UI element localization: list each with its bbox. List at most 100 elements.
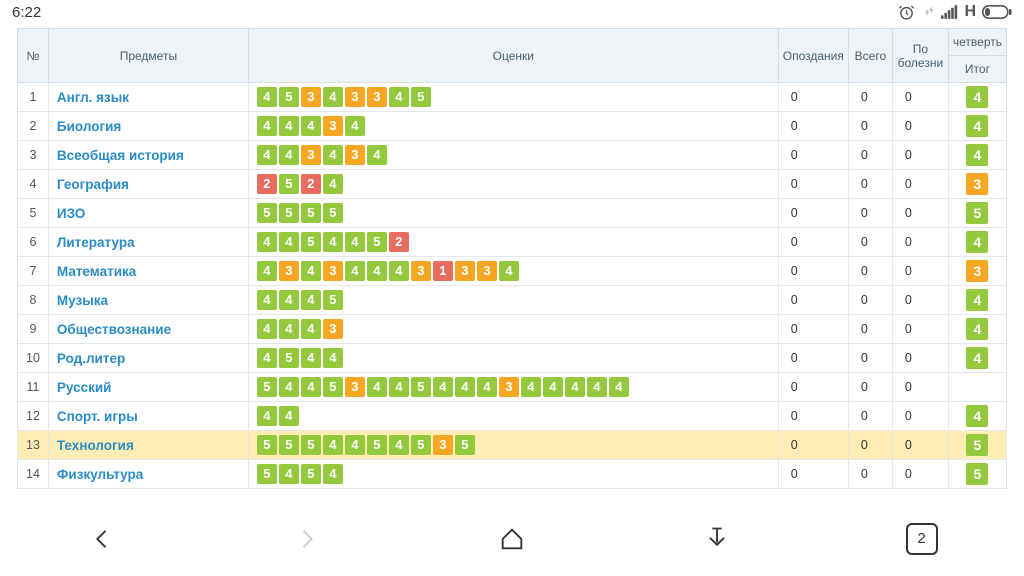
grade-badge[interactable]: 4 [389,87,409,107]
grade-badge[interactable]: 4 [367,145,387,165]
grade-badge[interactable]: 4 [367,377,387,397]
row-subject[interactable]: Русский [48,373,248,402]
grade-badge[interactable]: 3 [345,145,365,165]
table-row[interactable]: 5ИЗО55550005 [18,199,1007,228]
grade-badge[interactable]: 3 [345,87,365,107]
grade-badge[interactable]: 4 [345,232,365,252]
grade-badge[interactable]: 3 [301,87,321,107]
grade-badge[interactable]: 4 [257,87,277,107]
grade-badge[interactable]: 4 [543,377,563,397]
grade-badge[interactable]: 3 [323,319,343,339]
grade-badge[interactable]: 4 [323,232,343,252]
grade-badge[interactable]: 4 [345,435,365,455]
grade-badge[interactable]: 5 [279,203,299,223]
nav-back-button[interactable] [78,515,126,563]
grade-badge[interactable]: 5 [279,87,299,107]
grade-badge[interactable]: 5 [279,348,299,368]
grade-badge[interactable]: 4 [257,145,277,165]
grade-badge[interactable]: 4 [323,87,343,107]
grade-badge[interactable]: 4 [279,406,299,426]
grade-badge[interactable]: 4 [279,232,299,252]
grade-badge[interactable]: 4 [301,290,321,310]
grade-badge[interactable]: 3 [455,261,475,281]
row-subject[interactable]: ИЗО [48,199,248,228]
row-subject[interactable]: География [48,170,248,199]
grade-badge[interactable]: 5 [257,377,277,397]
grade-badge[interactable]: 4 [301,377,321,397]
grade-badge[interactable]: 4 [257,261,277,281]
grade-badge[interactable]: 4 [279,377,299,397]
row-subject[interactable]: Род.литер [48,344,248,373]
grade-badge[interactable]: 3 [279,261,299,281]
grade-badge[interactable]: 5 [257,464,277,484]
grade-badge[interactable]: 4 [257,406,277,426]
grade-badge[interactable]: 4 [323,174,343,194]
grade-badge[interactable]: 2 [389,232,409,252]
grade-badge[interactable]: 3 [477,261,497,281]
grade-badge[interactable]: 4 [257,232,277,252]
grades-content[interactable]: № Предметы Оценки Опоздания Всего По бол… [0,24,1024,501]
grade-badge[interactable]: 5 [411,435,431,455]
table-row[interactable]: 3Всеобщая история4434340004 [18,141,1007,170]
row-subject[interactable]: Физкультура [48,460,248,489]
grade-badge[interactable]: 4 [279,319,299,339]
nav-home-button[interactable] [488,515,536,563]
row-subject[interactable]: Всеобщая история [48,141,248,170]
grade-badge[interactable]: 4 [499,261,519,281]
grade-badge[interactable]: 4 [323,145,343,165]
grade-badge[interactable]: 4 [301,116,321,136]
row-subject[interactable]: Математика [48,257,248,286]
grade-badge[interactable]: 4 [257,116,277,136]
grade-badge[interactable]: 4 [257,348,277,368]
grade-badge[interactable]: 4 [257,290,277,310]
grade-badge[interactable]: 5 [301,464,321,484]
grade-badge[interactable]: 5 [279,174,299,194]
grade-badge[interactable]: 4 [279,145,299,165]
grade-badge[interactable]: 4 [521,377,541,397]
row-subject[interactable]: Биология [48,112,248,141]
grade-badge[interactable]: 4 [433,377,453,397]
row-subject[interactable]: Музыка [48,286,248,315]
grade-badge[interactable]: 4 [279,464,299,484]
grade-badge[interactable]: 4 [389,261,409,281]
grade-badge[interactable]: 5 [301,203,321,223]
table-row[interactable]: 6Литература44544520004 [18,228,1007,257]
grade-badge[interactable]: 5 [257,203,277,223]
grade-badge[interactable]: 3 [323,116,343,136]
grade-badge[interactable]: 3 [345,377,365,397]
grade-badge[interactable]: 3 [499,377,519,397]
grade-badge[interactable]: 5 [301,435,321,455]
table-row[interactable]: 2Биология444340004 [18,112,1007,141]
grade-badge[interactable]: 2 [257,174,277,194]
table-row[interactable]: 1Англ. язык453433450004 [18,83,1007,112]
grade-badge[interactable]: 3 [411,261,431,281]
grade-badge[interactable]: 3 [323,261,343,281]
nav-download-button[interactable] [693,515,741,563]
grade-badge[interactable]: 4 [323,348,343,368]
grade-badge[interactable]: 5 [411,377,431,397]
grade-badge[interactable]: 5 [279,435,299,455]
grade-badge[interactable]: 5 [455,435,475,455]
grade-badge[interactable]: 4 [477,377,497,397]
grade-badge[interactable]: 5 [323,377,343,397]
grade-badge[interactable]: 4 [565,377,585,397]
row-subject[interactable]: Литература [48,228,248,257]
table-row[interactable]: 4География25240003 [18,170,1007,199]
grade-badge[interactable]: 4 [389,377,409,397]
grade-badge[interactable]: 4 [301,319,321,339]
table-row[interactable]: 8Музыка44450004 [18,286,1007,315]
row-subject[interactable]: Спорт. игры [48,402,248,431]
table-row[interactable]: 13Технология55544545350005 [18,431,1007,460]
grade-badge[interactable]: 4 [455,377,475,397]
nav-forward-button[interactable] [283,515,331,563]
grade-badge[interactable]: 3 [301,145,321,165]
grade-badge[interactable]: 4 [389,435,409,455]
grade-badge[interactable]: 4 [323,435,343,455]
grade-badge[interactable]: 5 [323,290,343,310]
row-subject[interactable]: Англ. язык [48,83,248,112]
grade-badge[interactable]: 4 [323,464,343,484]
grade-badge[interactable]: 4 [257,319,277,339]
grade-badge[interactable]: 4 [587,377,607,397]
grade-badge[interactable]: 4 [279,116,299,136]
grade-badge[interactable]: 3 [367,87,387,107]
